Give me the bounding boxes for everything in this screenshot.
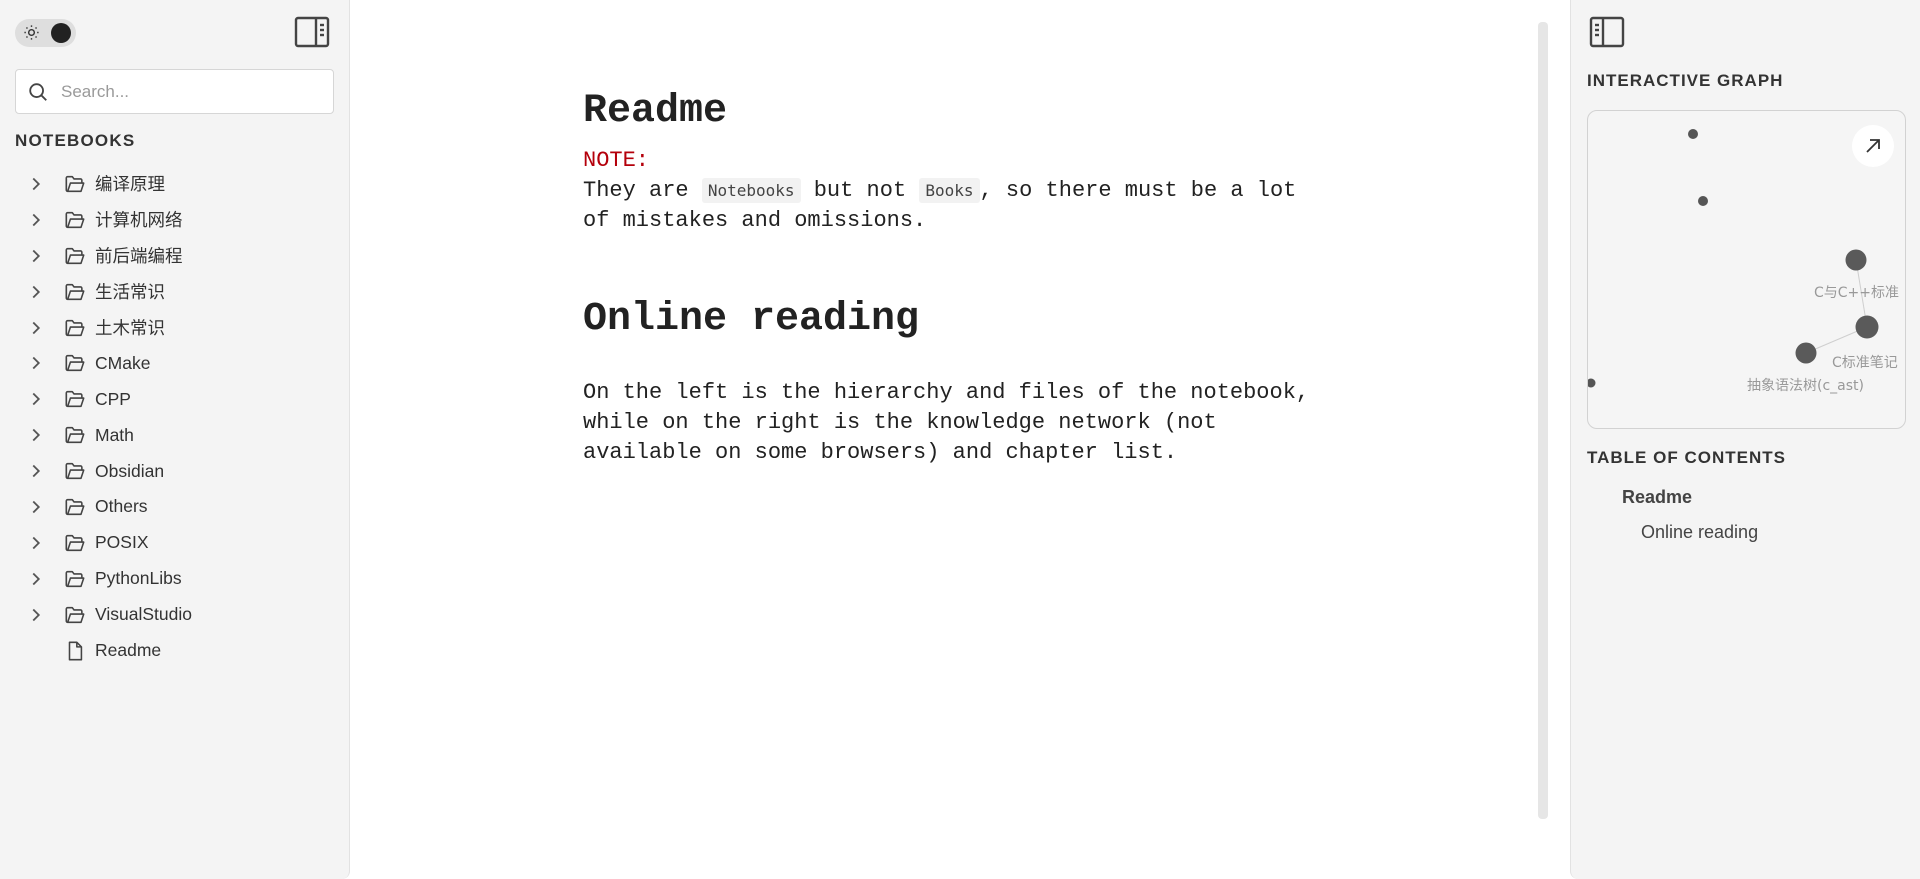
chevron-right-icon (32, 213, 41, 226)
graph-node[interactable] (1845, 249, 1867, 271)
section-paragraph: On the left is the hierarchy and files o… (583, 380, 1310, 465)
folder-icon (65, 355, 85, 372)
tree-item-label: POSIX (95, 532, 149, 553)
folder-item[interactable]: 前后端编程 (15, 238, 335, 274)
chevron-right-icon (32, 464, 41, 478)
folder-icon (65, 462, 85, 480)
sidebar-panel-icon (1589, 16, 1625, 48)
graph-node[interactable] (1688, 129, 1698, 139)
left-sidebar: NOTEBOOKS 编译原理计算机网络前后端编程生活常识土木常识 CMake CPP… (0, 0, 350, 879)
chevron-right-icon (32, 321, 41, 334)
note-label: NOTE: (583, 148, 650, 173)
section-heading: Online reading (583, 297, 920, 342)
graph-node-label: C与C++标准 (1814, 285, 1900, 301)
chevron-right-icon (32, 429, 41, 442)
graph-node-label: C标准笔记 (1832, 355, 1898, 371)
graph-heading: INTERACTIVE GRAPH (1587, 71, 1784, 90)
folder-item[interactable]: PythonLibs (15, 561, 335, 597)
inline-code: Books (919, 178, 980, 203)
file-item[interactable]: Readme (15, 633, 335, 669)
content-scrollbar[interactable] (1538, 22, 1548, 819)
graph-node[interactable] (1795, 342, 1817, 364)
folder-item[interactable]: 编译原理 (15, 166, 335, 202)
toggle-left-panel-button[interactable] (294, 16, 330, 48)
toc-heading: TABLE OF CONTENTS (1587, 448, 1786, 467)
folder-item[interactable]: 土木常识 (15, 310, 335, 346)
toggle-right-panel-button[interactable] (1589, 16, 1625, 48)
tree-item-label: Obsidian (95, 460, 165, 481)
folder-icon (65, 570, 85, 587)
article: Readme NOTE: They are Notebooks but not … (583, 88, 1323, 468)
tree-item-label: 生活常识 (95, 282, 165, 303)
note-text: They are (583, 178, 702, 203)
arrow-up-right-icon (1866, 139, 1880, 153)
theme-toggle[interactable] (15, 19, 76, 47)
folder-icon (65, 498, 85, 516)
tree-item-label: Readme (95, 640, 162, 661)
toc-item[interactable]: Readme (1622, 487, 1692, 508)
tree-item-label: 前后端编程 (95, 246, 183, 267)
graph-node[interactable] (1698, 196, 1708, 206)
folder-item[interactable]: Math (15, 417, 335, 453)
chevron-right-icon (32, 608, 41, 621)
tree-item-label: Others (95, 496, 148, 517)
folder-icon (65, 534, 85, 551)
tree-item-label: CMake (95, 352, 151, 373)
file-icon (68, 641, 83, 661)
chevron-right-icon (32, 177, 41, 191)
chevron-right-icon (32, 249, 41, 262)
folder-icon (65, 283, 85, 300)
search-box[interactable] (15, 69, 334, 114)
tree-item-label: Math (95, 424, 134, 445)
graph-node[interactable] (1855, 315, 1879, 339)
page-title: Readme (583, 89, 728, 134)
chevron-right-icon (32, 500, 41, 514)
folder-icon (65, 391, 85, 408)
chevron-right-icon (32, 536, 41, 549)
folder-icon (65, 427, 85, 444)
tree-item-label: VisualStudio (95, 604, 192, 625)
folder-icon (65, 606, 85, 623)
folder-item[interactable]: 生活常识 (15, 274, 335, 310)
folder-icon (65, 247, 85, 264)
tree-item-label: CPP (95, 388, 131, 409)
folder-item[interactable]: Others (15, 489, 335, 525)
folder-item[interactable]: CMake (15, 345, 335, 381)
folder-item[interactable]: Obsidian (15, 453, 335, 489)
tree-item-label: PythonLibs (95, 568, 182, 589)
note-paragraph: They are Notebooks but not Books, so the… (583, 176, 1323, 236)
chevron-right-icon (32, 393, 41, 406)
note-text: but not (800, 178, 920, 203)
chevron-right-icon (32, 572, 41, 585)
search-icon (29, 83, 47, 101)
graph-node-label: 抽象语法树(c_ast) (1747, 378, 1864, 394)
search-input[interactable] (61, 79, 321, 105)
folder-icon (65, 211, 85, 228)
folder-item[interactable]: 计算机网络 (15, 202, 335, 238)
tree-item-label: 计算机网络 (95, 210, 183, 231)
notebooks-heading: NOTEBOOKS (15, 131, 136, 150)
tree-item-label: 土木常识 (95, 318, 165, 338)
folder-icon (65, 175, 85, 193)
toc-item[interactable]: Online reading (1641, 522, 1758, 543)
chevron-right-icon (32, 357, 41, 370)
sidebar-panel-icon (294, 16, 330, 48)
folder-icon (65, 319, 85, 336)
sun-icon (24, 25, 39, 40)
graph-node[interactable] (1588, 378, 1596, 388)
folder-item[interactable]: POSIX (15, 525, 335, 561)
inline-code: Notebooks (701, 178, 801, 203)
interactive-graph[interactable]: C与C++标准 C标准笔记 抽象语法树(c_ast) (1587, 110, 1906, 429)
folder-item[interactable]: VisualStudio (15, 597, 335, 633)
chevron-right-icon (32, 285, 41, 298)
file-tree: 编译原理计算机网络前后端编程生活常识土木常识 CMake CPP Math Obsidi… (15, 166, 335, 668)
tree-item-label: 编译原理 (95, 174, 165, 195)
moon-icon (51, 23, 71, 43)
folder-item[interactable]: CPP (15, 381, 335, 417)
expand-graph-button[interactable] (1852, 125, 1894, 167)
right-sidebar: INTERACTIVE GRAPH C与C++标准 C标准笔记 抽象语法树(c_… (1570, 0, 1920, 879)
